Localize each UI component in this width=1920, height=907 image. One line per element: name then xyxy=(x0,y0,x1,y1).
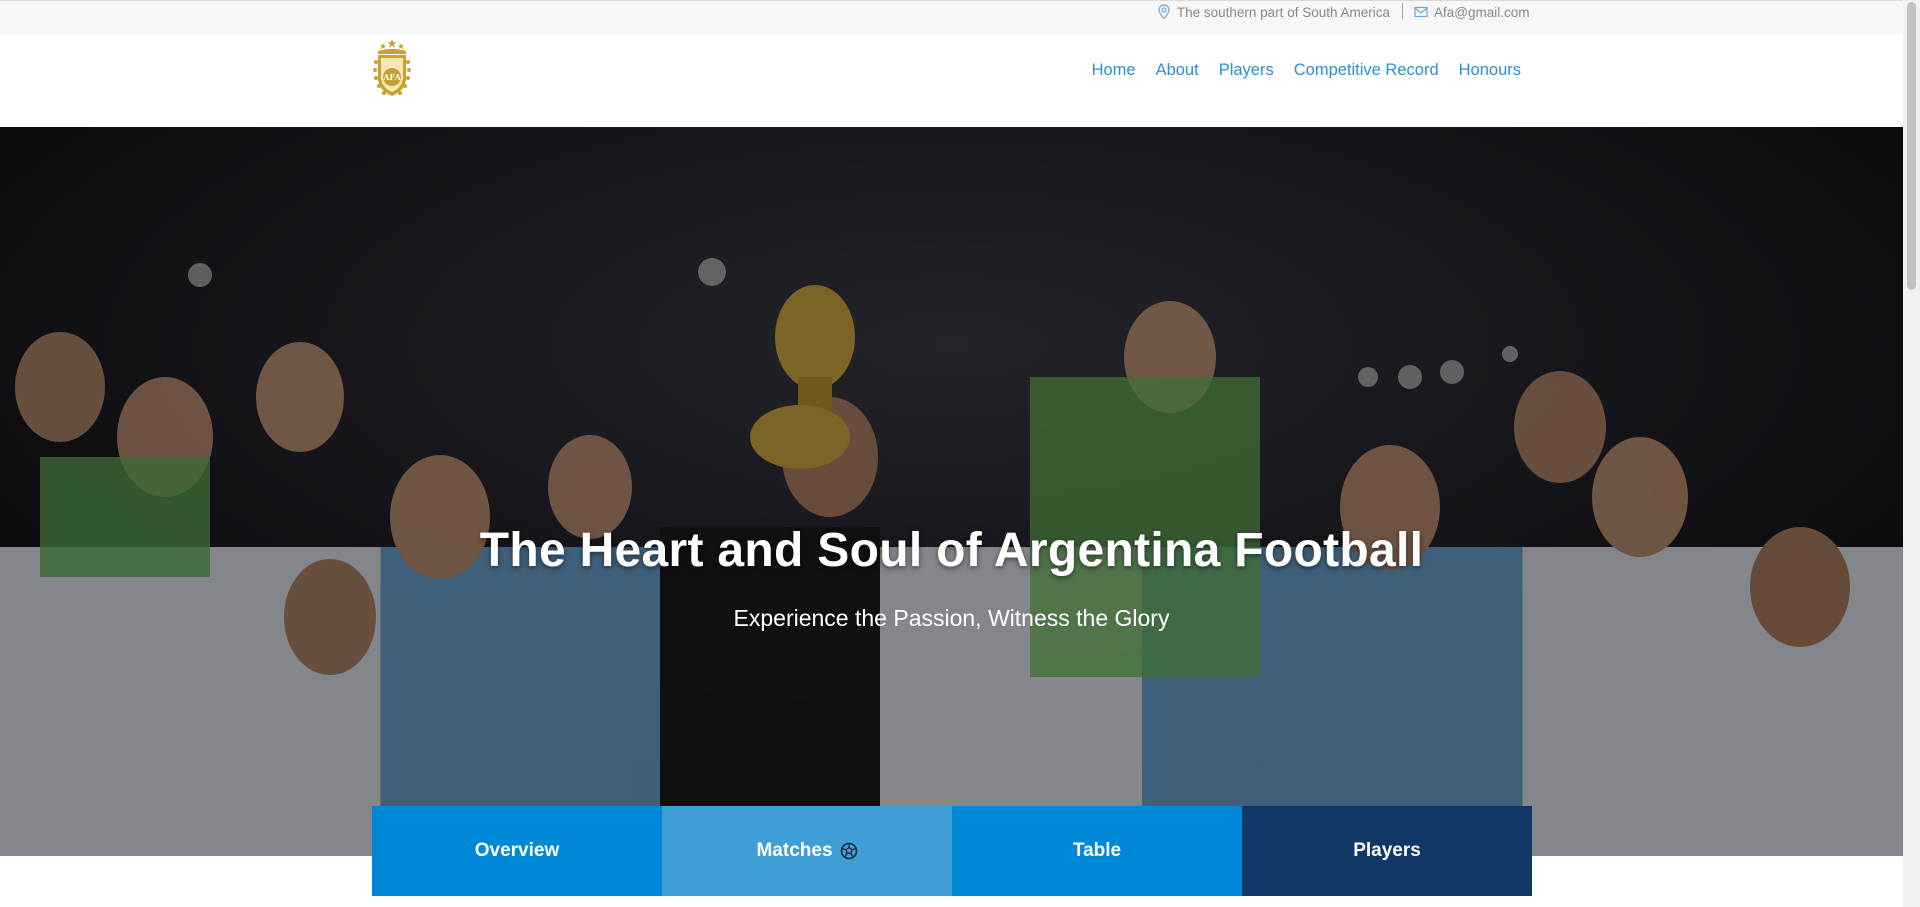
tab-matches[interactable]: Matches xyxy=(662,806,952,896)
tab-table[interactable]: Table xyxy=(952,806,1242,896)
envelope-icon xyxy=(1414,6,1428,18)
tab-matches-label: Matches xyxy=(756,840,833,861)
top-info-bar: The southern part of South America Afa@g… xyxy=(0,0,1903,35)
email-info[interactable]: Afa@gmail.com xyxy=(1414,2,1529,22)
nav-players[interactable]: Players xyxy=(1219,61,1274,80)
tab-overview[interactable]: Overview xyxy=(372,806,662,896)
nav-competitive-record[interactable]: Competitive Record xyxy=(1294,61,1439,80)
scrollbar-thumb[interactable] xyxy=(1907,2,1916,290)
site-header: AFA Home About Players Competitive Recor… xyxy=(0,35,1903,127)
email-text[interactable]: Afa@gmail.com xyxy=(1434,5,1529,20)
soccer-ball-icon xyxy=(840,842,857,860)
hero-overlay xyxy=(0,127,1903,856)
nav-home[interactable]: Home xyxy=(1092,61,1136,80)
tab-overview-label: Overview xyxy=(474,840,560,861)
tab-table-label: Table xyxy=(1072,840,1122,861)
tab-players-label: Players xyxy=(1353,840,1421,861)
hero-title: The Heart and Soul of Argentina Football xyxy=(479,524,1424,577)
vertical-scrollbar[interactable] xyxy=(1903,0,1920,907)
hero-subtitle: Experience the Passion, Witness the Glor… xyxy=(733,605,1170,631)
page: The southern part of South America Afa@g… xyxy=(0,0,1903,907)
section-tabs: Overview Matches Table Players xyxy=(372,806,1532,896)
tab-players[interactable]: Players xyxy=(1242,806,1532,896)
main-nav: Home About Players Competitive Record Ho… xyxy=(1072,61,1521,80)
afa-logo[interactable]: AFA xyxy=(372,38,412,100)
logo-text: AFA xyxy=(382,72,401,82)
location-text: The southern part of South America xyxy=(1176,4,1390,20)
location-pin-icon xyxy=(1158,4,1170,20)
location-info: The southern part of South America xyxy=(1157,2,1390,22)
nav-about[interactable]: About xyxy=(1156,61,1199,80)
hero-banner: The Heart and Soul of Argentina Football… xyxy=(0,127,1903,856)
topbar-divider xyxy=(1402,3,1403,19)
nav-honours[interactable]: Honours xyxy=(1459,61,1521,80)
